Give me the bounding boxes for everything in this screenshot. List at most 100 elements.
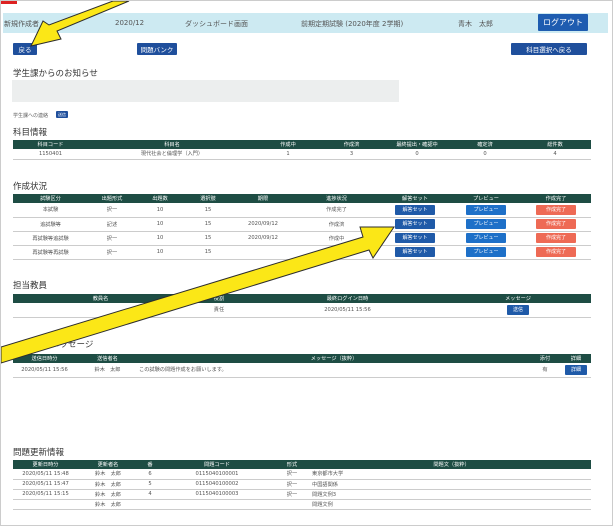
subject-col: 最終提出・確認中 [383,140,451,149]
table-cell: 3 [320,149,383,160]
updates-table: 更新日時分 更新者名 番 問題コード 形式 問題文（抜粋） 2020/05/11… [13,460,591,510]
preview-button[interactable]: プレビュー [466,219,506,229]
table-cell: 10 [136,203,184,218]
table-cell: プレビュー [451,231,521,246]
table-cell: 0 [383,149,451,160]
table-cell: 解答セット [379,245,451,260]
table-cell: 作成完了 [521,203,591,218]
header-user: 新規作成者 [4,20,39,28]
table-cell: 2020/05/11 15:48 [13,469,78,480]
table-cell: 解答セット [379,217,451,232]
table-row: 鈴木 太郎 問題文例 [13,499,591,510]
preview-button[interactable]: プレビュー [466,204,506,215]
staff-col: 役割 [188,294,250,303]
table-cell: 詳細 [561,363,591,378]
table-cell: 作成中 [294,245,379,260]
preview-button[interactable]: プレビュー [466,233,506,243]
complete-button[interactable]: 作成完了 [536,247,576,257]
table-cell [13,499,78,510]
answer-set-button[interactable]: 解答セット [395,233,435,243]
complete-button[interactable]: 作成完了 [536,219,576,229]
table-row: 追試験等 記述 10 15 2020/09/12 作成済 解答セット プレビュー… [13,217,591,232]
table-cell: 15 [184,203,232,218]
back-button[interactable]: 戻る [13,43,37,55]
status-col: 作成完了 [521,194,591,203]
status-col: 解答セット [379,194,451,203]
table-cell: 作成完了 [521,245,591,260]
preview-button[interactable]: プレビュー [466,247,506,257]
answer-set-button[interactable]: 解答セット [395,204,435,215]
table-cell: 作成中 [294,231,379,246]
table-cell: 鈴木 太郎 [78,469,138,480]
table-cell [162,499,272,510]
table-row: 本試験 択一 10 15 作成完了 解答セット プレビュー 作成完了 [13,203,591,218]
status-col: 試験区分 [13,194,88,203]
message-detail-button[interactable]: 詳細 [565,364,587,375]
staff-title: 担当教員 [13,281,48,291]
table-cell: 10 [136,245,184,260]
table-cell: プレビュー [451,245,521,260]
table-row: 2020/05/11 15:15 鈴木 太郎 4 0115040100003 択… [13,489,591,500]
staff-message-button[interactable]: 送信 [507,304,529,315]
top-accent-bar [1,1,17,4]
messages-col: メッセージ（抜粋） [139,354,529,363]
table-cell: 送信 [445,303,591,318]
table-cell: プレビュー [451,217,521,232]
answer-set-button[interactable]: 解答セット [395,219,435,229]
logout-button[interactable]: ログアウト [538,14,588,31]
table-cell: 15 [184,217,232,232]
messages-col: 送信日時分 [13,354,76,363]
complete-button[interactable]: 作成完了 [536,233,576,243]
table-cell: 作成完了 [521,217,591,232]
subject-col: 作成済 [320,140,383,149]
table-cell: 0115040100003 [162,489,272,500]
table-cell: 作成完了 [521,231,591,246]
table-cell: 作成完了 [294,203,379,218]
updates-title: 問題更新情報 [13,448,65,458]
table-cell: プレビュー [451,203,521,218]
page: 新規作成者 2020/12 ダッシュボード画面 前期定期試験 (2020年度 2… [0,0,613,526]
subject-col: 科目名 [88,140,256,149]
staff-col: 教員名 [13,294,188,303]
table-cell: 2020/09/12 [232,231,294,246]
subject-col: 科目コード [13,140,88,149]
question-bank-button[interactable]: 問題バンク [137,43,177,55]
table-cell: 鈴木 太郎 [78,499,138,510]
header-bar: 新規作成者 2020/12 ダッシュボード画面 前期定期試験 (2020年度 2… [3,13,608,33]
table-cell: 10 [136,217,184,232]
staff-col: メッセージ [445,294,591,303]
answer-set-button[interactable]: 解答セット [395,247,435,257]
table-cell: この試験の問題作成をお願いします。 [139,363,529,378]
status-table: 試験区分 出題形式 出題数 選択肢 期限 進捗状況 解答セット プレビュー 作成… [13,194,591,260]
table-cell: 記述 [88,217,136,232]
table-cell: 1 [256,149,320,160]
table-cell: 0 [451,149,519,160]
table-cell: 有 [529,363,561,378]
table-cell [138,499,162,510]
table-cell: 択一 [88,203,136,218]
table-cell: 再試験等再試験 [13,245,88,260]
table-cell: 択一 [272,479,312,490]
header-name: 青木 太郎 [458,20,493,28]
table-cell [13,303,188,318]
table-cell: 責任 [188,303,250,318]
table-row: 2020/05/11 15:48 鈴木 太郎 6 0115040100001 択… [13,469,591,480]
notice-send-button[interactable]: 送信 [56,111,68,118]
table-cell: 再試験等追試験 [13,231,88,246]
table-cell: 問題文例 [312,499,591,510]
table-cell: 択一 [272,489,312,500]
table-row: 2020/05/11 15:56 鈴木 太郎 この試験の問題作成をお願いします。… [13,363,591,378]
subject-col: 確定済 [451,140,519,149]
subject-select-button[interactable]: 科目選択へ戻る [511,43,587,55]
table-cell: 中国語関係 [312,479,591,490]
updates-col: 更新日時分 [13,460,78,469]
table-cell: 追試験等 [13,217,88,232]
status-col: プレビュー [451,194,521,203]
updates-col: 更新者名 [78,460,138,469]
table-cell [232,203,294,218]
table-cell: 本試験 [13,203,88,218]
status-col: 出題形式 [88,194,136,203]
header-exam: 前期定期試験 (2020年度 2学期) [301,20,404,28]
complete-button[interactable]: 作成完了 [536,204,576,215]
table-row: 責任 2020/05/11 15:56 送信 [13,303,591,318]
